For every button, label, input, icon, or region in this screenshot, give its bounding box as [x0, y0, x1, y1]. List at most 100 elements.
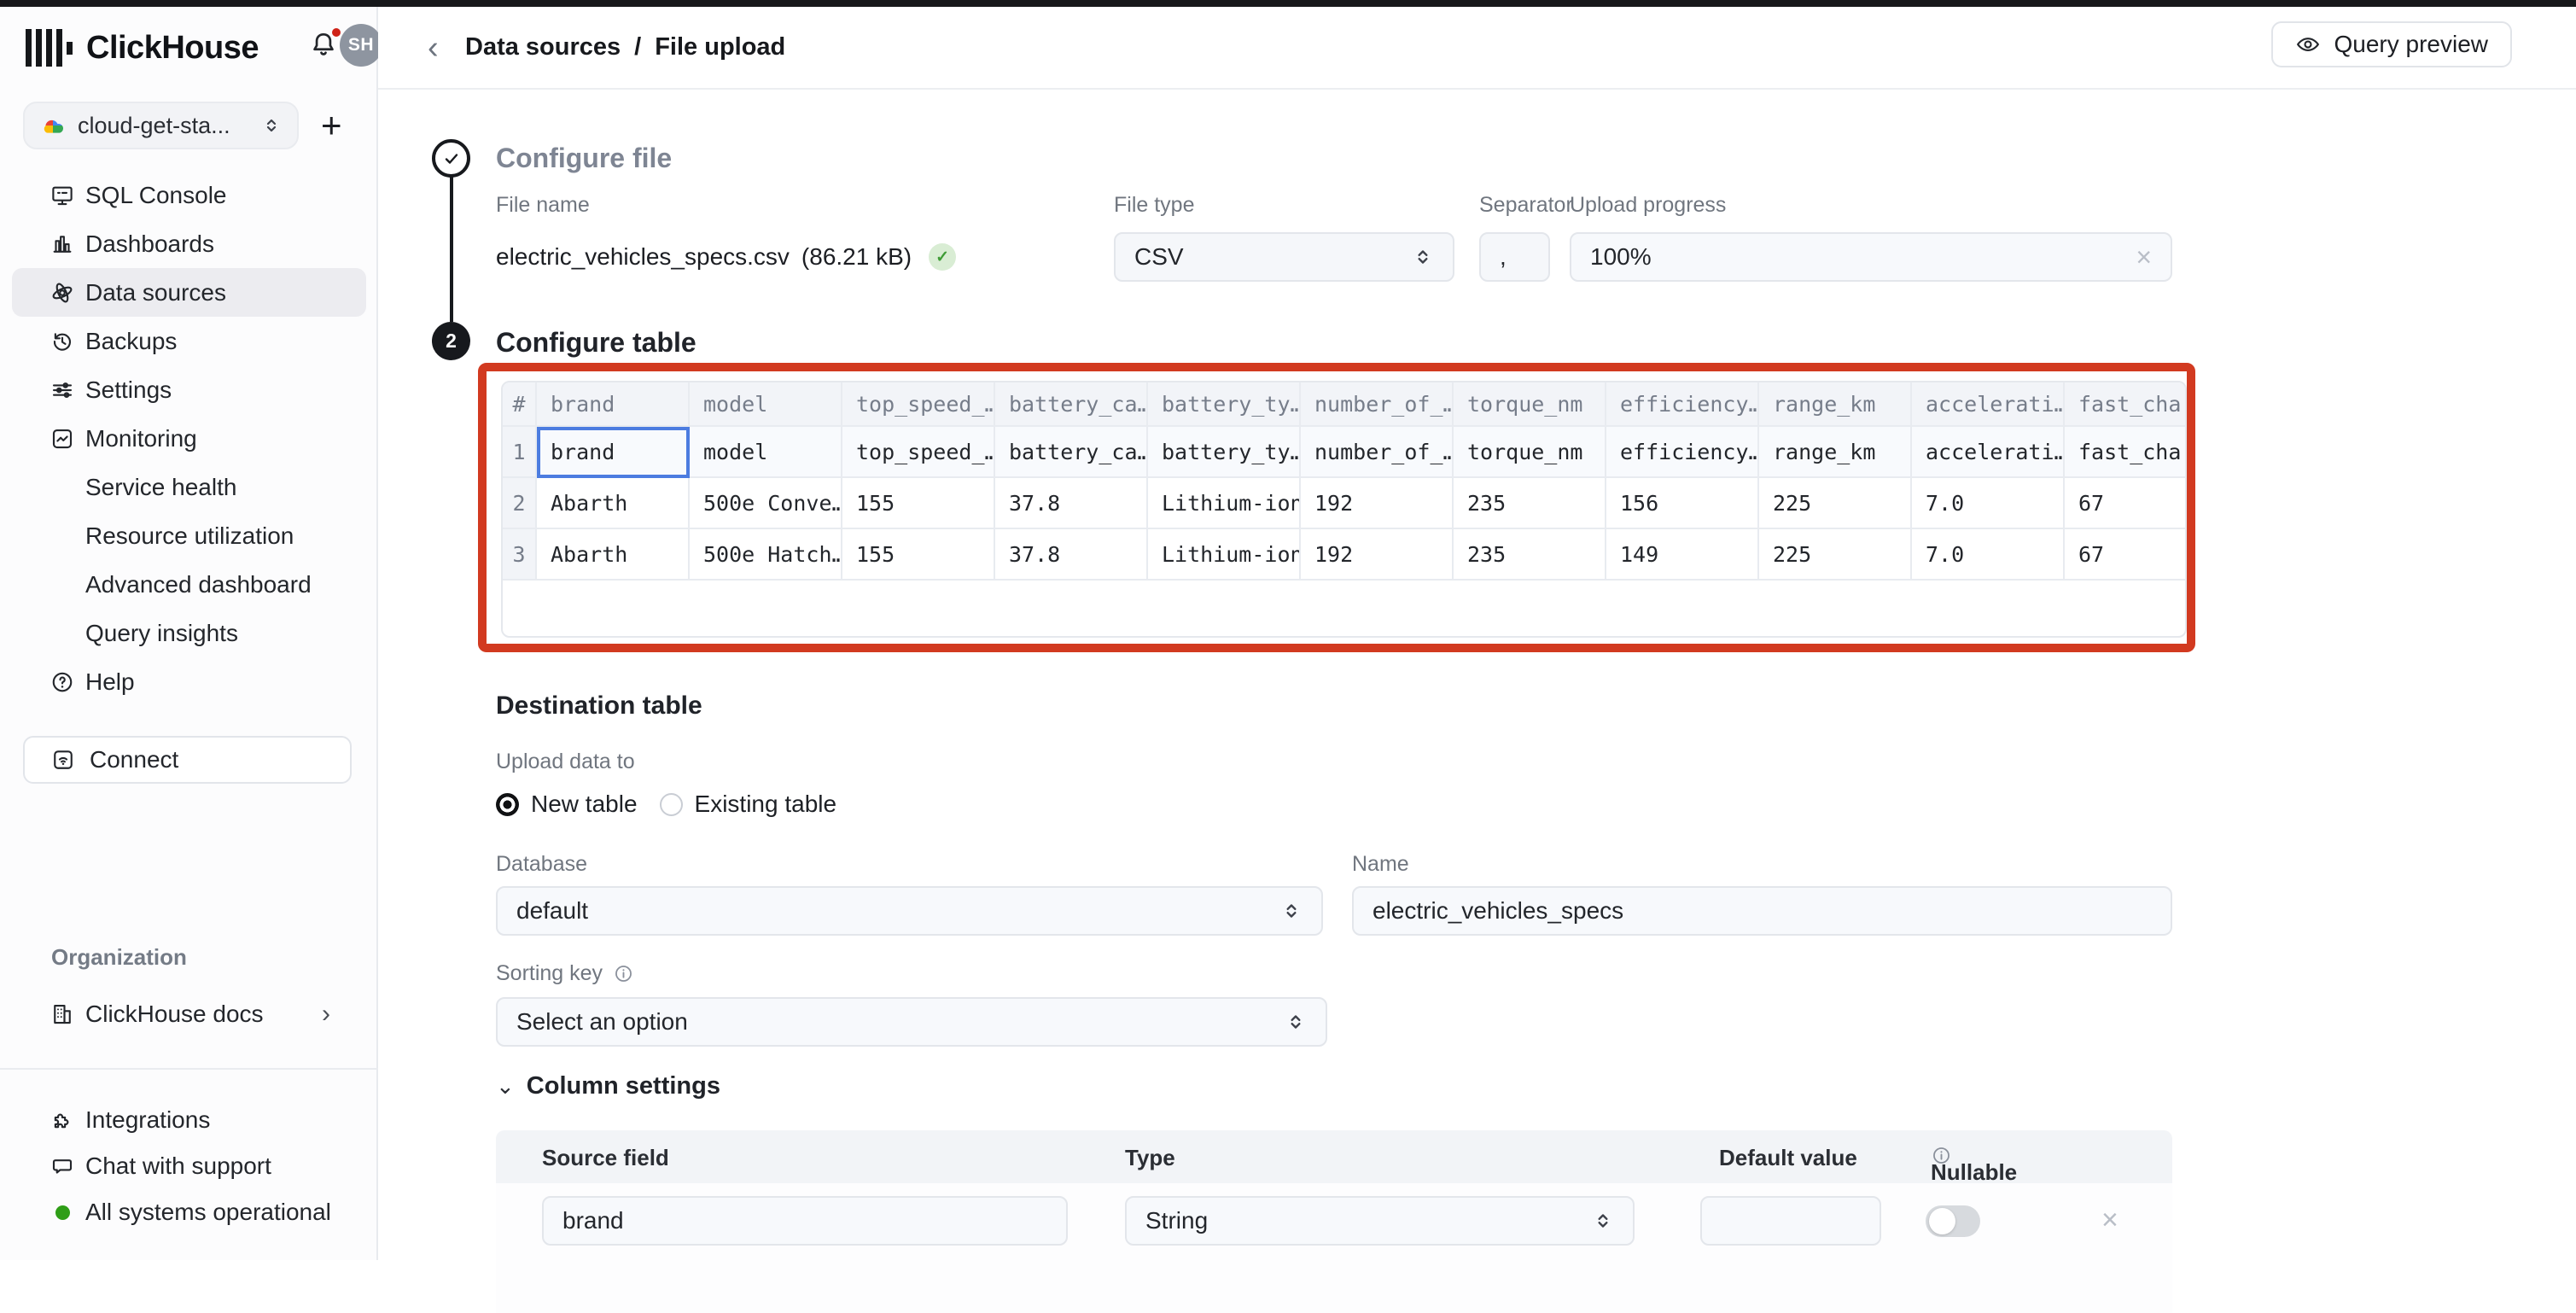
info-icon	[613, 963, 634, 984]
breadcrumb-separator: /	[634, 33, 641, 61]
radio-new-table-label[interactable]: New table	[531, 791, 638, 818]
backups-history-icon	[50, 329, 75, 354]
chevron-updown-icon	[1280, 900, 1303, 922]
separator-label: Separator	[1479, 193, 1570, 220]
upload-data-to-label: Upload data to	[496, 750, 635, 774]
database-name-row: Database default Name electric_vehicles_…	[496, 852, 2172, 936]
radio-existing-table[interactable]	[660, 793, 683, 816]
file-type-label: File type	[1114, 193, 1479, 220]
sidebar-item-monitoring[interactable]: Monitoring	[12, 414, 366, 463]
radio-new-table[interactable]	[496, 793, 519, 816]
file-name-label: File name	[496, 193, 1114, 220]
sidebar-nav: SQL Console Dashboards Data sources Back…	[0, 171, 378, 706]
add-service-button[interactable]: +	[321, 108, 342, 143]
query-preview-button[interactable]: Query preview	[2271, 21, 2512, 67]
column-settings-table: Source field Type Default value Nullable…	[496, 1130, 2172, 1313]
sidebar-item-help[interactable]: Help	[12, 657, 366, 706]
chevron-down-icon: ⌄	[496, 1073, 515, 1100]
integrations-puzzle-icon	[50, 1107, 75, 1133]
step-connector-line	[450, 176, 453, 322]
source-field-input[interactable]: brand	[542, 1196, 1068, 1246]
service-name: cloud-get-sta...	[78, 113, 249, 139]
brand-name: ClickHouse	[86, 30, 259, 67]
docs-building-icon	[50, 1001, 75, 1027]
notifications-bell-icon[interactable]	[307, 29, 341, 67]
sidebar-item-resource-utilization[interactable]: Resource utilization	[12, 511, 366, 560]
back-button[interactable]: ‹	[428, 32, 439, 64]
database-label: Database	[496, 852, 1323, 877]
preview-header-row: # brand model top_speed_… battery_ca… ba…	[503, 382, 2185, 427]
data-preview-table: # brand model top_speed_… battery_ca… ba…	[501, 381, 2187, 638]
remove-column-icon[interactable]: ×	[2101, 1205, 2118, 1234]
chevron-updown-icon	[261, 115, 282, 136]
toggle-knob	[1929, 1208, 1955, 1234]
sidebar-item-query-insights[interactable]: Query insights	[12, 609, 366, 657]
breadcrumb-section[interactable]: Data sources	[465, 33, 621, 61]
sidebar-item-data-sources[interactable]: Data sources	[12, 268, 366, 317]
sidebar-divider	[0, 1068, 378, 1070]
nullable-header: Nullable	[1931, 1145, 1952, 1166]
sidebar-item-integrations[interactable]: Integrations	[12, 1097, 366, 1143]
upload-progress-label: Upload progress	[1570, 193, 2172, 220]
monitoring-icon	[50, 426, 75, 452]
gcp-cloud-icon	[40, 113, 66, 138]
window-top-edge	[0, 0, 2576, 7]
connect-button[interactable]: Connect	[23, 736, 352, 784]
sql-console-icon	[50, 183, 75, 208]
dashboards-icon	[50, 231, 75, 257]
service-selector[interactable]: cloud-get-sta...	[23, 102, 299, 149]
sorting-key-select[interactable]: Select an option	[496, 997, 1327, 1047]
nullable-toggle[interactable]	[1926, 1205, 1980, 1237]
sidebar-item-chat-support[interactable]: Chat with support	[12, 1143, 366, 1189]
file-type-select[interactable]: CSV	[1114, 232, 1454, 282]
chevron-updown-icon	[1285, 1011, 1307, 1033]
chevron-updown-icon	[1412, 246, 1434, 268]
upload-progress-input[interactable]: 100% ×	[1570, 232, 2172, 282]
main-area: ‹ Data sources / File upload Query previ…	[378, 0, 2576, 1260]
radio-existing-table-label[interactable]: Existing table	[695, 791, 837, 818]
organization-section-label: Organization	[51, 944, 187, 971]
system-status[interactable]: All systems operational	[12, 1189, 366, 1235]
default-value-header: Default value	[1719, 1145, 1857, 1171]
type-select[interactable]: String	[1125, 1196, 1635, 1246]
database-select[interactable]: default	[496, 886, 1323, 936]
table-preview-highlight-box: # brand model top_speed_… battery_ca… ba…	[478, 363, 2195, 652]
sorting-key-label: Sorting key	[496, 961, 603, 986]
type-header: Type	[1125, 1145, 1175, 1171]
sidebar-item-settings[interactable]: Settings	[12, 365, 366, 414]
table-name-label: Name	[1352, 852, 2172, 877]
file-size-value: (86.21 kB)	[801, 243, 912, 271]
avatar[interactable]: SH	[340, 24, 382, 67]
separator-input[interactable]: ,	[1479, 232, 1550, 282]
configure-table-title: Configure table	[496, 327, 696, 359]
file-valid-check-icon: ✓	[929, 243, 956, 271]
table-name-input[interactable]: electric_vehicles_specs	[1352, 886, 2172, 936]
step-2-badge: 2	[432, 322, 470, 360]
chevron-updown-icon	[1592, 1210, 1614, 1232]
file-name-value: electric_vehicles_specs.csv	[496, 243, 790, 271]
chat-bubble-icon	[50, 1153, 75, 1179]
sidebar-item-sql-console[interactable]: SQL Console	[12, 171, 366, 219]
column-settings-toggle[interactable]: ⌄ Column settings	[496, 1072, 720, 1100]
sidebar-item-clickhouse-docs[interactable]: ClickHouse docs ›	[12, 990, 366, 1038]
clear-upload-icon[interactable]: ×	[2136, 243, 2152, 271]
default-value-input[interactable]	[1700, 1196, 1881, 1246]
preview-empty-area	[503, 581, 2185, 636]
preview-data-row: 2 Abarth 500e Conve… 155 37.8 Lithium-io…	[503, 478, 2185, 529]
source-field-header: Source field	[542, 1145, 669, 1171]
step-1-complete-icon	[432, 139, 470, 178]
chevron-right-icon: ›	[322, 1000, 330, 1029]
sidebar: ClickHouse SH cloud-get-sta...	[0, 0, 378, 1260]
column-name-cell-focused[interactable]: brand	[537, 427, 690, 478]
destination-radio-group: New table Existing table	[496, 785, 836, 823]
sidebar-item-service-health[interactable]: Service health	[12, 463, 366, 511]
sidebar-item-dashboards[interactable]: Dashboards	[12, 219, 366, 268]
sidebar-item-advanced-dashboard[interactable]: Advanced dashboard	[12, 560, 366, 609]
breadcrumb: Data sources / File upload	[465, 33, 785, 61]
connect-icon	[50, 747, 76, 773]
preview-data-row: 3 Abarth 500e Hatch… 155 37.8 Lithium-io…	[503, 529, 2185, 581]
preview-row-headers-editable: 1 brand model top_speed_… battery_ca… ba…	[503, 427, 2185, 478]
page-header: ‹ Data sources / File upload Query previ…	[378, 0, 2576, 90]
configure-file-title: Configure file	[496, 143, 672, 174]
sidebar-item-backups[interactable]: Backups	[12, 317, 366, 365]
